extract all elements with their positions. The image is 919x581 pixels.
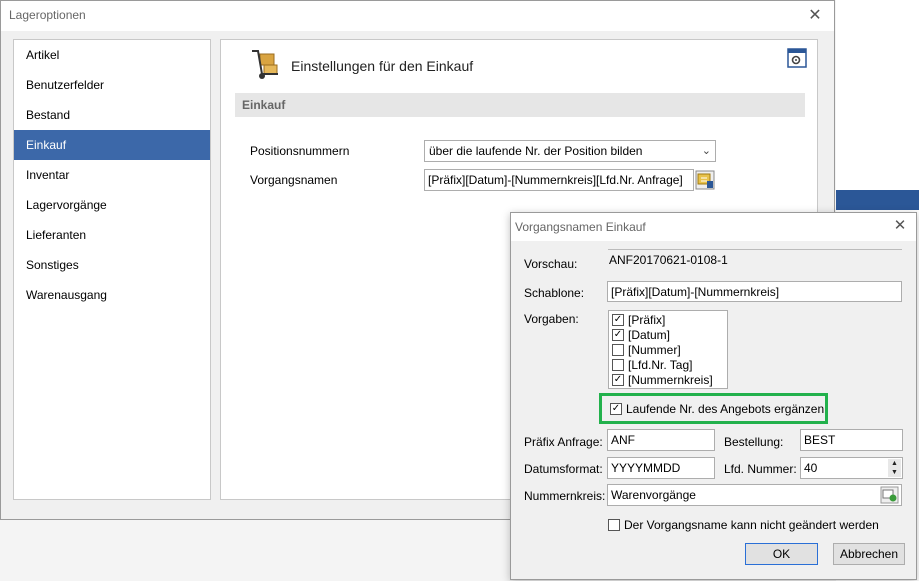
vorgabe-lfd-nr-tag[interactable]: [Lfd.Nr. Tag] bbox=[612, 358, 692, 373]
nummernkreis-field[interactable]: Warenvorgänge bbox=[607, 484, 902, 506]
bestellung-label: Bestellung: bbox=[724, 435, 784, 449]
locked-checkbox[interactable]: Der Vorgangsname kann nicht geändert wer… bbox=[608, 518, 879, 533]
positionsnummern-value: über die laufende Nr. der Position bilde… bbox=[429, 144, 643, 158]
section-band: Einkauf bbox=[235, 93, 805, 117]
section-title: Einstellungen für den Einkauf bbox=[291, 58, 474, 74]
vorgabe-praefix[interactable]: ✓ [Präfix] bbox=[612, 313, 665, 328]
nav-item-warenausgang[interactable]: Warenausgang bbox=[14, 280, 210, 310]
vorschau-label: Vorschau: bbox=[524, 257, 578, 271]
background-app-bar bbox=[836, 190, 919, 210]
locked-label: Der Vorgangsname kann nicht geändert wer… bbox=[624, 518, 879, 532]
lfd-nummer-value: 40 bbox=[804, 461, 818, 475]
lookup-icon[interactable] bbox=[880, 486, 899, 504]
vorgangsnamen-dialog: Vorgangsnamen Einkauf ✕ Vorschau: ANF201… bbox=[510, 212, 917, 580]
hand-truck-icon bbox=[252, 50, 278, 79]
template-editor-icon[interactable] bbox=[695, 170, 715, 190]
vorgabe-label: [Nummer] bbox=[628, 343, 681, 357]
schablone-label: Schablone: bbox=[524, 286, 585, 300]
main-dialog-title: Lageroptionen bbox=[9, 8, 86, 22]
settings-window-icon[interactable] bbox=[787, 48, 807, 68]
vorgabe-label: [Nummernkreis] bbox=[628, 373, 713, 387]
vorgangsnamen-field[interactable]: [Präfix][Datum]-[Nummernkreis][Lfd.Nr. A… bbox=[424, 169, 694, 191]
spin-down-icon[interactable]: ▼ bbox=[888, 468, 901, 477]
vorgabe-label: [Datum] bbox=[628, 328, 671, 342]
vorgabe-datum[interactable]: ✓ [Datum] bbox=[612, 328, 670, 343]
vorgabe-nummer[interactable]: [Nummer] bbox=[612, 343, 681, 358]
nav-item-lieferanten[interactable]: Lieferanten bbox=[14, 220, 210, 250]
praefix-anfrage-label: Präfix Anfrage: bbox=[524, 435, 603, 449]
laufende-nr-label: Laufende Nr. des Angebots ergänzen bbox=[626, 402, 825, 416]
options-nav: Artikel Benutzerfelder Bestand Einkauf I… bbox=[13, 39, 211, 500]
close-icon[interactable]: ✕ bbox=[804, 5, 826, 27]
nav-item-lagervorgaenge[interactable]: Lagervorgänge bbox=[14, 190, 210, 220]
vorschau-value: ANF20170621-0108-1 bbox=[609, 253, 728, 267]
lfd-nummer-label: Lfd. Nummer: bbox=[724, 462, 797, 476]
spin-up-icon[interactable]: ▲ bbox=[888, 459, 901, 468]
datumsformat-field[interactable]: YYYYMMDD bbox=[607, 457, 715, 479]
checkbox-checked-icon[interactable]: ✓ bbox=[612, 373, 624, 386]
positionsnummern-label: Positionsnummern bbox=[250, 144, 350, 158]
vorgangsnamen-label: Vorgangsnamen bbox=[250, 173, 338, 187]
checkbox-checked-icon[interactable]: ✓ bbox=[610, 402, 622, 415]
vorgaben-list[interactable]: ✓ [Präfix] ✓ [Datum] [Nummer] [Lfd.Nr. Tag… bbox=[608, 310, 728, 389]
sub-dialog-title: Vorgangsnamen Einkauf bbox=[515, 220, 646, 234]
datumsformat-label: Datumsformat: bbox=[524, 462, 603, 476]
positionsnummern-select[interactable]: über die laufende Nr. der Position bilde… bbox=[424, 140, 716, 162]
chevron-down-icon: ⌄ bbox=[701, 145, 711, 157]
nav-item-inventar[interactable]: Inventar bbox=[14, 160, 210, 190]
nav-item-artikel[interactable]: Artikel bbox=[14, 40, 210, 70]
nav-item-einkauf[interactable]: Einkauf bbox=[14, 130, 210, 160]
cancel-button[interactable]: Abbrechen bbox=[833, 543, 905, 565]
vorgabe-label: [Lfd.Nr. Tag] bbox=[628, 358, 693, 372]
main-titlebar: Lageroptionen ✕ bbox=[1, 1, 834, 31]
schablone-field[interactable]: [Präfix][Datum]-[Nummernkreis] bbox=[607, 281, 902, 302]
section-band-label: Einkauf bbox=[242, 98, 286, 112]
nav-item-benutzerfelder[interactable]: Benutzerfelder bbox=[14, 70, 210, 100]
checkbox-unchecked-icon[interactable] bbox=[608, 518, 620, 531]
checkbox-unchecked-icon[interactable] bbox=[612, 343, 624, 356]
checkbox-unchecked-icon[interactable] bbox=[612, 358, 624, 371]
close-icon[interactable]: ✕ bbox=[890, 216, 910, 236]
laufende-nr-checkbox[interactable]: ✓ Laufende Nr. des Angebots ergänzen bbox=[610, 402, 824, 417]
divider bbox=[608, 249, 902, 250]
vorgabe-nummernkreis[interactable]: ✓ [Nummernkreis] bbox=[612, 373, 713, 388]
checkbox-checked-icon[interactable]: ✓ bbox=[612, 328, 624, 341]
vorgaben-label: Vorgaben: bbox=[524, 312, 579, 326]
bestellung-field[interactable]: BEST bbox=[800, 429, 903, 451]
nav-item-sonstiges[interactable]: Sonstiges bbox=[14, 250, 210, 280]
nummernkreis-label: Nummernkreis: bbox=[524, 489, 606, 503]
ok-button[interactable]: OK bbox=[745, 543, 818, 565]
lfd-nummer-stepper[interactable]: 40 ▲ ▼ bbox=[800, 457, 903, 479]
checkbox-checked-icon[interactable]: ✓ bbox=[612, 313, 624, 326]
nav-item-bestand[interactable]: Bestand bbox=[14, 100, 210, 130]
vorgabe-label: [Präfix] bbox=[628, 313, 666, 327]
praefix-anfrage-field[interactable]: ANF bbox=[607, 429, 715, 451]
sub-titlebar: Vorgangsnamen Einkauf ✕ bbox=[511, 213, 916, 241]
